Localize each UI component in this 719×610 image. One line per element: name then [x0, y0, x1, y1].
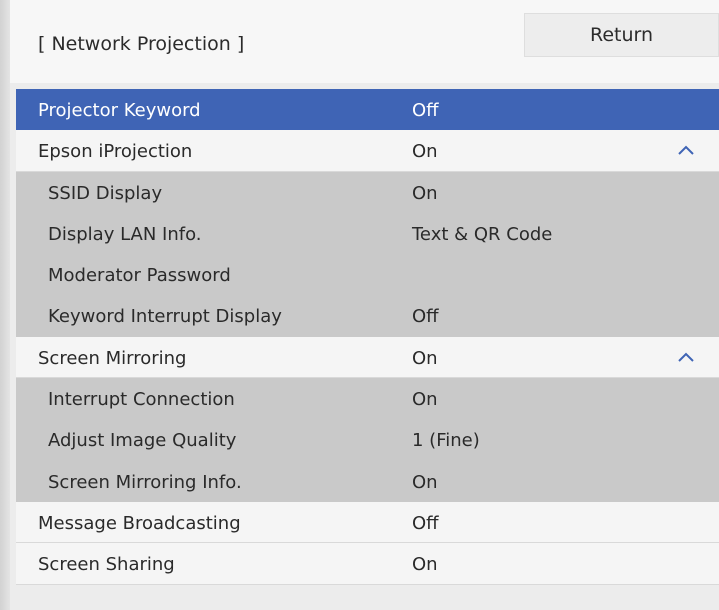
menu-row-value: On — [412, 182, 438, 204]
menu-row-value: Text & QR Code — [412, 223, 553, 245]
menu-row-screen-mirroring[interactable]: Screen Mirroring On — [16, 336, 719, 379]
menu-row-value: On — [412, 471, 438, 493]
menu-row-value: Off — [412, 512, 439, 534]
menu-row-label: Message Broadcasting — [38, 512, 241, 534]
menu-row-projector-keyword[interactable]: Projector Keyword Off — [16, 89, 719, 131]
menu-row-label: Screen Sharing — [38, 554, 175, 576]
chevron-up-icon[interactable] — [675, 139, 697, 161]
menu-row-label: Display LAN Info. — [48, 223, 202, 245]
menu-row-value: On — [412, 554, 438, 576]
header: [ Network Projection ] Return — [10, 0, 719, 83]
menu-row-interrupt-connection[interactable]: Interrupt Connection On — [16, 378, 719, 420]
menu-row-message-broadcasting[interactable]: Message Broadcasting Off — [16, 501, 719, 544]
menu-row-label: Screen Mirroring Info. — [48, 471, 242, 493]
settings-menu: Projector Keyword Off Epson iProjection … — [16, 89, 719, 585]
menu-row-label: SSID Display — [48, 182, 163, 204]
menu-row-value: On — [412, 347, 438, 369]
left-edge — [0, 0, 10, 610]
menu-row-keyword-interrupt-display[interactable]: Keyword Interrupt Display Off — [16, 295, 719, 337]
menu-row-screen-mirroring-info[interactable]: Screen Mirroring Info. On — [16, 460, 719, 502]
menu-row-ssid-display[interactable]: SSID Display On — [16, 171, 719, 213]
return-button[interactable]: Return — [524, 13, 719, 57]
footer-spacer — [16, 592, 719, 610]
page-title: [ Network Projection ] — [38, 33, 245, 55]
menu-row-label: Moderator Password — [48, 265, 231, 287]
menu-row-moderator-password[interactable]: Moderator Password — [16, 254, 719, 296]
menu-row-value: On — [412, 389, 438, 411]
menu-row-label: Epson iProjection — [38, 141, 193, 163]
network-projection-screen: [ Network Projection ] Return Projector … — [0, 0, 719, 610]
menu-row-label: Projector Keyword — [38, 100, 201, 121]
menu-row-value: 1 (Fine) — [412, 430, 480, 452]
menu-row-value: Off — [412, 306, 439, 328]
menu-row-label: Adjust Image Quality — [48, 430, 237, 452]
menu-row-display-lan-info[interactable]: Display LAN Info. Text & QR Code — [16, 212, 719, 255]
menu-row-value: Off — [412, 100, 439, 121]
menu-row-adjust-image-quality[interactable]: Adjust Image Quality 1 (Fine) — [16, 419, 719, 461]
menu-row-label: Interrupt Connection — [48, 389, 235, 411]
menu-row-label: Screen Mirroring — [38, 347, 187, 369]
menu-row-label: Keyword Interrupt Display — [48, 306, 282, 328]
menu-row-value: On — [412, 141, 438, 163]
menu-row-epson-iprojection[interactable]: Epson iProjection On — [16, 130, 719, 172]
chevron-up-icon[interactable] — [675, 346, 697, 368]
menu-row-screen-sharing[interactable]: Screen Sharing On — [16, 543, 719, 585]
